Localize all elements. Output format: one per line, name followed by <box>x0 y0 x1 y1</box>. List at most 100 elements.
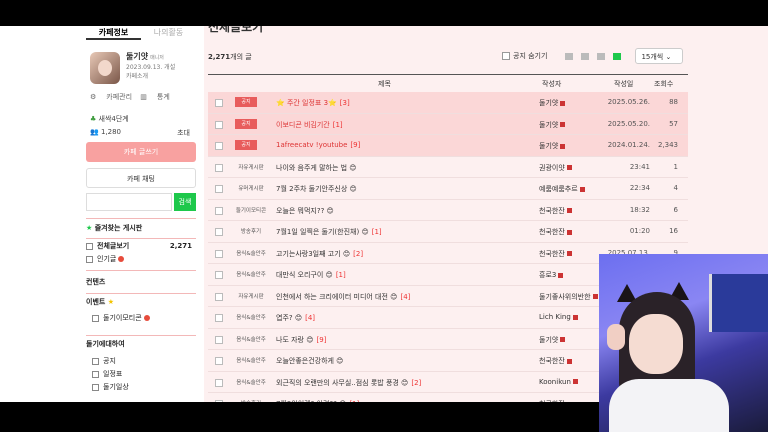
board-name[interactable]: 유머게시판 <box>230 184 272 192</box>
post-author[interactable]: 권광이얏 <box>539 163 572 173</box>
about-item-notice[interactable]: 공지 <box>86 355 196 368</box>
manager-name[interactable]: 둘기얏 <box>126 52 148 61</box>
row-checkbox[interactable] <box>215 185 223 193</box>
post-author[interactable]: 둘기얏 <box>539 141 566 151</box>
cafe-intro-link[interactable]: 카페소개 <box>126 72 175 81</box>
post-author[interactable]: Lich King <box>539 313 578 321</box>
about-item-daily[interactable]: 둘기일상 <box>86 381 196 394</box>
row-checkbox[interactable] <box>215 357 223 365</box>
row-checkbox[interactable] <box>215 271 223 279</box>
board-name[interactable]: 음식&술안주 <box>230 249 272 257</box>
row-checkbox[interactable] <box>215 163 223 172</box>
all-posts-item[interactable]: 전체글보기 2,271 <box>86 240 196 253</box>
about-title[interactable]: 둘기에대하여 <box>86 338 196 351</box>
member-level-icon <box>566 229 572 235</box>
post-author[interactable]: 둘기얏 <box>539 120 566 130</box>
board-name[interactable]: 음식&술안주 <box>230 356 272 364</box>
row-checkbox[interactable] <box>215 292 223 301</box>
grid-view-icon[interactable] <box>597 52 606 60</box>
board-name[interactable]: 방송후기 <box>230 227 272 235</box>
board-name[interactable]: 자유게시판 <box>230 163 272 171</box>
post-author[interactable]: 천국한잔 <box>539 399 572 402</box>
per-page-select[interactable]: 15개씩 ⌄ <box>635 48 684 64</box>
write-post-button[interactable]: 카페 글쓰기 <box>86 142 196 162</box>
post-title[interactable]: 1afreecatv !youtube [9] <box>276 141 466 149</box>
post-author[interactable]: 천국한잔 <box>539 227 572 237</box>
cafe-manage-link[interactable]: 카페관리 <box>106 93 132 101</box>
board-name[interactable]: 음식&술안주 <box>230 335 272 343</box>
event-item[interactable]: 둘기이모티콘 <box>86 312 196 325</box>
table-row[interactable]: 공지 이보디굔 비김기간 [1] 둘기얏 2025.05.20. 57 <box>208 113 688 135</box>
avatar[interactable] <box>90 52 120 84</box>
row-checkbox[interactable] <box>215 99 223 107</box>
post-author[interactable]: 둘기좋사위의반한 <box>539 292 598 302</box>
post-views: 4 <box>673 184 678 192</box>
card-view-icon[interactable] <box>581 52 590 60</box>
table-row[interactable]: 공지 ⭐ 주간 일정표 3⭐ [3] 둘기얏 2025.05.26. 88 <box>208 92 688 114</box>
row-checkbox[interactable] <box>215 142 223 150</box>
invite-link[interactable]: 초대 <box>177 128 190 138</box>
post-author[interactable]: 천국한잔 <box>539 249 572 259</box>
search-input[interactable] <box>86 193 172 211</box>
board-name[interactable]: 방송후기 <box>230 399 272 402</box>
board-name[interactable]: 둘기이모티콘 <box>230 206 272 214</box>
search-button[interactable]: 검색 <box>174 193 196 211</box>
hide-notice-label[interactable]: 공지 숨기기 <box>513 51 547 61</box>
board-name[interactable]: 음식&술안주 <box>230 378 272 386</box>
table-row[interactable]: 유머게시판 7월 2주차 둘기안주신상 😊 예룸예룸추르 22:34 4 <box>208 178 688 200</box>
row-checkbox[interactable] <box>215 206 223 215</box>
table-row[interactable]: 자유게시판 나이와 음주게 말하는 법 😊 권광이얏 23:41 1 <box>208 157 688 178</box>
post-author[interactable]: 둘기얏 <box>539 98 566 108</box>
col-views: 조회수 <box>654 80 674 88</box>
board-name[interactable]: 음식&술안주 <box>230 270 272 278</box>
row-checkbox[interactable] <box>215 400 223 402</box>
post-title[interactable]: ⭐ 주간 일정표 3⭐ [3] <box>276 98 466 108</box>
row-checkbox[interactable] <box>215 378 223 387</box>
post-title[interactable]: 나이와 음주게 말하는 법 😊 <box>276 163 466 173</box>
post-title[interactable]: 나도 자랑 😊 [9] <box>276 335 466 345</box>
post-author[interactable]: 천국한잔 <box>539 356 572 366</box>
post-title[interactable]: 대만식 오리구이 😊 [1] <box>276 270 466 280</box>
contents-title[interactable]: 컨텐츠 <box>86 276 196 289</box>
post-author[interactable]: 둘기얏 <box>539 335 566 345</box>
stats-link[interactable]: 통계 <box>157 93 170 101</box>
row-checkbox[interactable] <box>215 228 223 236</box>
table-row[interactable]: 둘기이모티콘 오늘은 뭐먹지?? 😊 천국한잔 18:32 6 <box>208 200 688 221</box>
table-row[interactable]: 방송후기 7월1일 일찍은 둘기(한진채) 😊 [1] 천국한잔 01:20 16 <box>208 221 688 243</box>
post-title[interactable]: 고기는사랑3일째 고기 😊 [2] <box>276 249 466 259</box>
member-count-value: 1,280 <box>100 128 121 136</box>
post-author[interactable]: Koonikun <box>539 378 578 386</box>
table-row[interactable]: 공지 1afreecatv !youtube [9] 둘기얏 2024.01.24. 2,… <box>208 135 688 157</box>
post-author[interactable]: 흥로3 <box>539 270 564 280</box>
post-title[interactable]: 이보디굔 비김기간 [1] <box>276 120 466 130</box>
list-view-icon[interactable] <box>613 52 622 60</box>
cafe-chat-button[interactable]: 카페 채팅 <box>86 168 196 188</box>
row-checkbox[interactable] <box>215 335 223 344</box>
board-name[interactable]: 음식&술안주 <box>230 313 272 321</box>
hide-notice-checkbox[interactable] <box>502 52 510 60</box>
post-title[interactable]: 7월 2주차 둘기안주신상 😊 <box>276 184 466 194</box>
post-title[interactable]: 인천에서 하는 크리에이터 미디어 대전 😊 [4] <box>276 292 466 302</box>
post-title[interactable]: 7월1일 일찍은 둘기(한진채) 😊 [1] <box>276 227 466 237</box>
member-level-icon <box>560 337 566 342</box>
popular-item[interactable]: 인기글 <box>86 253 196 266</box>
about-item-schedule[interactable]: 일정표 <box>86 368 196 381</box>
post-title[interactable]: 오늘안좋은건강하게 😊 <box>276 356 466 366</box>
post-title[interactable]: 엽주? 😊 [4] <box>276 313 466 323</box>
event-title[interactable]: 이벤트 ★ <box>86 296 196 309</box>
post-title[interactable]: 오늘은 뭐먹지?? 😊 <box>276 206 466 216</box>
album-view-icon[interactable] <box>565 52 574 60</box>
post-author[interactable]: 천국한잔 <box>539 206 572 216</box>
tab-cafe-info[interactable]: 카페정보 <box>86 26 141 40</box>
post-author[interactable]: 예룸예룸추르 <box>539 184 585 194</box>
row-checkbox[interactable] <box>215 249 223 258</box>
popular-label: 인기글 <box>97 255 117 263</box>
post-date: 2025.05.20. <box>607 119 650 128</box>
tab-my-activity[interactable]: 나의활동 <box>141 26 196 40</box>
board-name[interactable]: 자유게시판 <box>230 292 272 300</box>
row-checkbox[interactable] <box>215 314 223 322</box>
post-title[interactable]: 7월9일이랬? 아련?? 😊[1] <box>276 399 466 402</box>
post-title[interactable]: 외근직의 오랜만의 사무실..점심 롯밥 풍경 😊 [2] <box>276 378 466 388</box>
favorites-title[interactable]: 즐겨찾는 게시판 <box>95 224 143 232</box>
row-checkbox[interactable] <box>215 120 223 129</box>
